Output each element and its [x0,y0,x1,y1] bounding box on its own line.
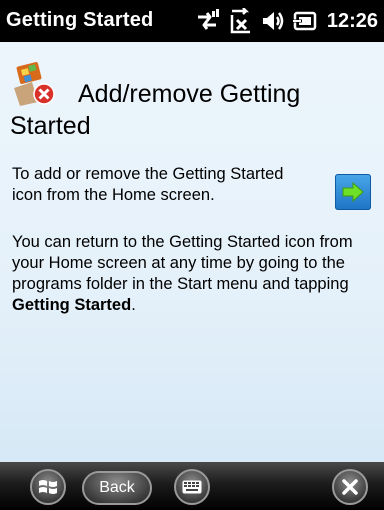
return-instructions: You can return to the Getting Started ic… [12,232,374,316]
keyboard-button[interactable] [174,469,210,505]
return-instructions-end: . [131,296,136,314]
signal-off-icon[interactable] [229,8,262,34]
screen: Getting Started 12:26 Add/remove Getting… [0,0,384,510]
page-title: Add/remove Getting Started [10,80,301,140]
bottom-bar: Back [0,462,384,510]
title-bar: Getting Started 12:26 [0,0,384,42]
volume-icon[interactable] [262,9,293,33]
status-icons: 12:26 [194,6,378,36]
close-button[interactable] [332,469,368,505]
start-button[interactable] [30,469,66,505]
back-button[interactable]: Back [82,471,152,505]
connectivity-icon[interactable] [194,9,229,33]
getting-started-emphasis: Getting Started [12,296,132,314]
app-title: Getting Started [6,9,154,31]
battery-charging-icon[interactable] [292,9,326,33]
clock[interactable]: 12:26 [327,10,378,33]
return-instructions-text: You can return to the Getting Started ic… [12,233,353,293]
content-area: Add/remove Getting Started To add or rem… [0,42,384,462]
add-remove-description: To add or remove the Getting Started ico… [12,165,284,204]
add-remove-button[interactable] [335,174,371,210]
